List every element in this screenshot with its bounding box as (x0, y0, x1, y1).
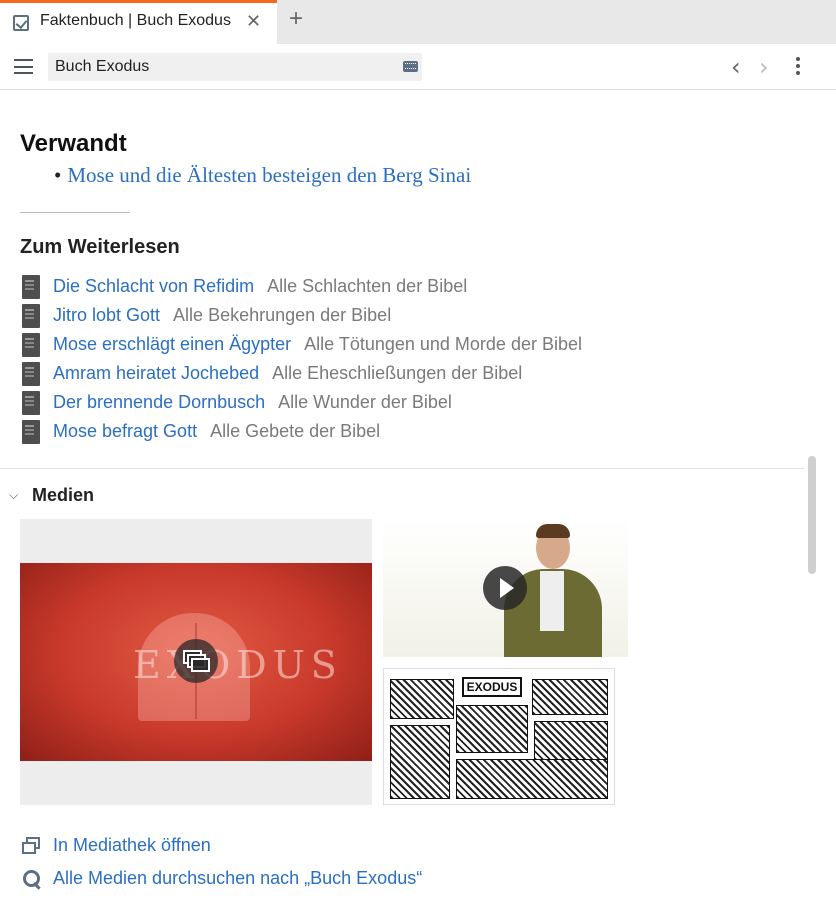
exodus-title-image: EXODUS (20, 563, 372, 761)
search-all-media-label: Alle Medien durchsuchen nach „Buch Exodu… (53, 868, 423, 888)
hamburger-menu-icon[interactable] (14, 59, 33, 74)
related-heading: Verwandt (20, 130, 127, 157)
media-video-thumbnail[interactable] (383, 519, 628, 657)
presenter-hair (536, 524, 570, 538)
further-reading-link[interactable]: Die Schlacht von Refidim (53, 276, 254, 297)
toolbar: ‹ › (0, 44, 836, 90)
list-item: Jitro lobt Gott Alle Bekehrungen der Bib… (22, 301, 582, 330)
tab-bar: Faktenbuch | Buch Exodus ✕ + (0, 0, 836, 44)
checkbook-icon (13, 15, 29, 31)
open-library-link[interactable]: In Mediathek öffnen (22, 835, 211, 856)
play-icon[interactable] (483, 566, 527, 610)
comic-panel (390, 725, 450, 799)
further-reading-category[interactable]: Alle Schlachten der Bibel (267, 276, 467, 297)
section-divider (0, 468, 804, 469)
list-item: Mose befragt Gott Alle Gebete der Bibel (22, 417, 582, 446)
media-gallery-thumbnail[interactable]: EXODUS (20, 519, 372, 805)
further-reading-category[interactable]: Alle Tötungen und Morde der Bibel (304, 334, 582, 355)
book-icon (22, 419, 40, 444)
further-reading-link[interactable]: Amram heiratet Jochebed (53, 363, 259, 384)
media-heading[interactable]: Medien (32, 485, 94, 506)
related-link[interactable]: Mose und die Ältesten besteigen den Berg… (54, 163, 471, 188)
search-all-media-link[interactable]: Alle Medien durchsuchen nach „Buch Exodu… (22, 868, 422, 889)
book-icon (22, 303, 40, 328)
further-reading-category[interactable]: Alle Eheschließungen der Bibel (272, 363, 522, 384)
gallery-icon (174, 639, 218, 683)
media-library-icon (22, 836, 42, 855)
media-infographic-thumbnail[interactable]: EXODUS (383, 668, 615, 805)
list-item: Mose erschlägt einen Ägypter Alle Tötung… (22, 330, 582, 359)
further-reading-link[interactable]: Jitro lobt Gott (53, 305, 160, 326)
image-text: EXODUS (133, 643, 343, 687)
list-item: Die Schlacht von Refidim Alle Schlachten… (22, 272, 582, 301)
close-icon[interactable]: ✕ (246, 11, 261, 32)
search-input[interactable] (48, 53, 422, 81)
list-item: Amram heiratet Jochebed Alle Eheschließu… (22, 359, 582, 388)
back-icon[interactable]: ‹ (731, 53, 741, 81)
chevron-down-icon[interactable]: ⌵ (9, 488, 18, 503)
add-tab-icon[interactable]: + (289, 5, 303, 33)
forward-icon[interactable]: › (759, 53, 769, 81)
book-icon (22, 274, 40, 299)
comic-title: EXODUS (462, 677, 522, 697)
further-reading-category[interactable]: Alle Wunder der Bibel (278, 392, 452, 413)
comic-panel (532, 679, 608, 715)
further-reading-category[interactable]: Alle Bekehrungen der Bibel (173, 305, 391, 326)
more-options-icon[interactable] (796, 57, 800, 77)
comic-panel (456, 759, 608, 799)
search-icon (22, 869, 42, 889)
book-icon (22, 361, 40, 386)
further-reading-list: Die Schlacht von Refidim Alle Schlachten… (22, 272, 582, 446)
tab-faktenbuch[interactable]: Faktenbuch | Buch Exodus ✕ (0, 0, 277, 44)
book-icon (22, 332, 40, 357)
open-library-label: In Mediathek öffnen (53, 835, 211, 855)
further-reading-link[interactable]: Mose befragt Gott (53, 421, 197, 442)
scrollbar-thumb[interactable] (808, 456, 816, 574)
further-reading-category[interactable]: Alle Gebete der Bibel (210, 421, 380, 442)
comic-panel (534, 721, 608, 761)
keyboard-icon[interactable] (403, 61, 418, 72)
further-reading-heading: Zum Weiterlesen (20, 236, 180, 258)
list-item: Der brennende Dornbusch Alle Wunder der … (22, 388, 582, 417)
further-reading-link[interactable]: Mose erschlägt einen Ägypter (53, 334, 291, 355)
further-reading-link[interactable]: Der brennende Dornbusch (53, 392, 265, 413)
presenter-shirt (540, 571, 564, 631)
book-icon (22, 390, 40, 415)
comic-panel (390, 679, 454, 719)
divider (20, 212, 130, 213)
tab-title: Faktenbuch | Buch Exodus (40, 12, 231, 29)
comic-panel (456, 705, 528, 753)
